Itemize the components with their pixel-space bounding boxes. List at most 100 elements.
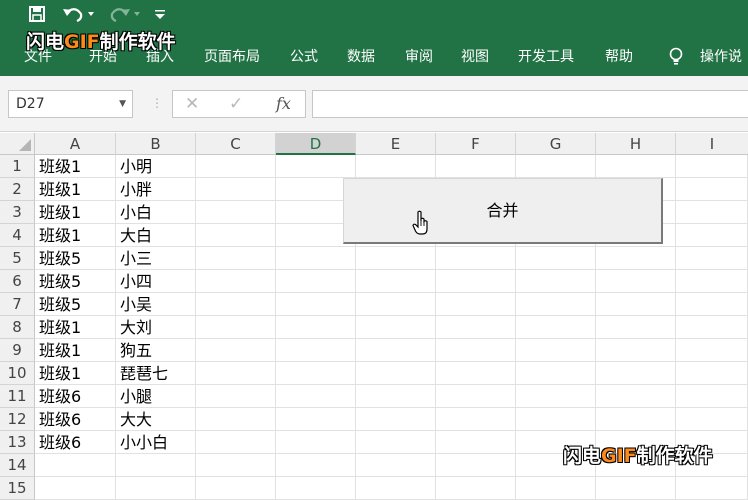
cell-i12[interactable] (676, 408, 748, 431)
row-header-11[interactable]: 11 (0, 385, 35, 408)
cell-i3[interactable] (676, 201, 748, 224)
tab-formulas[interactable]: 公式 (290, 46, 318, 68)
cell-b15[interactable] (116, 477, 196, 500)
cell-i4[interactable] (676, 224, 748, 247)
cell-e15[interactable] (356, 477, 436, 500)
cell-i9[interactable] (676, 339, 748, 362)
cell-a1[interactable]: 班级1 (35, 155, 116, 178)
merge-button[interactable]: 合并 (343, 178, 663, 244)
cell-f13[interactable] (436, 431, 516, 454)
cell-a6[interactable]: 班级5 (35, 270, 116, 293)
row-header-12[interactable]: 12 (0, 408, 35, 431)
cell-g5[interactable] (516, 247, 596, 270)
lightbulb-icon[interactable] (668, 46, 688, 74)
cell-g7[interactable] (516, 293, 596, 316)
cell-a11[interactable]: 班级6 (35, 385, 116, 408)
name-box[interactable]: D27 ▼ (8, 90, 133, 118)
row-header-7[interactable]: 7 (0, 293, 35, 316)
row-header-4[interactable]: 4 (0, 224, 35, 247)
cell-e11[interactable] (356, 385, 436, 408)
cell-i15[interactable] (676, 477, 748, 500)
cell-i8[interactable] (676, 316, 748, 339)
redo-icon[interactable] (106, 5, 142, 27)
cell-b1[interactable]: 小明 (116, 155, 196, 178)
row-header-13[interactable]: 13 (0, 431, 35, 454)
cell-h10[interactable] (596, 362, 676, 385)
cell-c15[interactable] (196, 477, 276, 500)
undo-icon[interactable] (60, 5, 96, 27)
cell-e1[interactable] (356, 155, 436, 178)
cell-b11[interactable]: 小腿 (116, 385, 196, 408)
cell-b2[interactable]: 小胖 (116, 178, 196, 201)
column-header-h[interactable]: H (596, 133, 676, 155)
cell-g9[interactable] (516, 339, 596, 362)
cell-a13[interactable]: 班级6 (35, 431, 116, 454)
cell-f8[interactable] (436, 316, 516, 339)
cell-b10[interactable]: 琵琶七 (116, 362, 196, 385)
enter-icon[interactable]: ✓ (229, 91, 243, 117)
cell-i1[interactable] (676, 155, 748, 178)
cell-h1[interactable] (596, 155, 676, 178)
cell-e13[interactable] (356, 431, 436, 454)
cell-c8[interactable] (196, 316, 276, 339)
row-header-9[interactable]: 9 (0, 339, 35, 362)
column-header-e[interactable]: E (356, 133, 436, 155)
cell-b12[interactable]: 大大 (116, 408, 196, 431)
cell-d1[interactable] (276, 155, 356, 178)
cell-d14[interactable] (276, 454, 356, 477)
cell-i7[interactable] (676, 293, 748, 316)
cell-b9[interactable]: 狗五 (116, 339, 196, 362)
cell-b7[interactable]: 小吴 (116, 293, 196, 316)
cell-d13[interactable] (276, 431, 356, 454)
row-header-1[interactable]: 1 (0, 155, 35, 178)
insert-function-button[interactable]: fx (276, 91, 291, 117)
cell-a14[interactable] (35, 454, 116, 477)
column-header-a[interactable]: A (35, 133, 116, 155)
cell-e7[interactable] (356, 293, 436, 316)
cell-c12[interactable] (196, 408, 276, 431)
cancel-icon[interactable]: ✕ (185, 91, 199, 117)
cell-a7[interactable]: 班级5 (35, 293, 116, 316)
column-header-i[interactable]: I (676, 133, 748, 155)
cell-a12[interactable]: 班级6 (35, 408, 116, 431)
cell-d8[interactable] (276, 316, 356, 339)
cell-d7[interactable] (276, 293, 356, 316)
cell-f1[interactable] (436, 155, 516, 178)
column-header-f[interactable]: F (436, 133, 516, 155)
cell-e9[interactable] (356, 339, 436, 362)
select-all-button[interactable] (0, 133, 35, 155)
cell-b14[interactable] (116, 454, 196, 477)
cell-i10[interactable] (676, 362, 748, 385)
cell-a5[interactable]: 班级5 (35, 247, 116, 270)
formula-input[interactable] (312, 90, 748, 118)
cell-c13[interactable] (196, 431, 276, 454)
cell-d9[interactable] (276, 339, 356, 362)
column-header-d[interactable]: D (276, 133, 356, 155)
cell-d5[interactable] (276, 247, 356, 270)
cell-b8[interactable]: 大刘 (116, 316, 196, 339)
cell-g10[interactable] (516, 362, 596, 385)
cell-a9[interactable]: 班级1 (35, 339, 116, 362)
cell-b13[interactable]: 小小白 (116, 431, 196, 454)
cell-c10[interactable] (196, 362, 276, 385)
cell-f9[interactable] (436, 339, 516, 362)
cell-c4[interactable] (196, 224, 276, 247)
cell-a3[interactable]: 班级1 (35, 201, 116, 224)
cell-d11[interactable] (276, 385, 356, 408)
cell-h6[interactable] (596, 270, 676, 293)
cell-d6[interactable] (276, 270, 356, 293)
cell-c14[interactable] (196, 454, 276, 477)
cell-h15[interactable] (596, 477, 676, 500)
cell-e5[interactable] (356, 247, 436, 270)
tab-help[interactable]: 帮助 (605, 46, 633, 68)
cell-f5[interactable] (436, 247, 516, 270)
cell-g1[interactable] (516, 155, 596, 178)
cell-f11[interactable] (436, 385, 516, 408)
cell-c3[interactable] (196, 201, 276, 224)
row-header-10[interactable]: 10 (0, 362, 35, 385)
cell-i5[interactable] (676, 247, 748, 270)
cell-d10[interactable] (276, 362, 356, 385)
row-header-2[interactable]: 2 (0, 178, 35, 201)
cell-g11[interactable] (516, 385, 596, 408)
cell-e10[interactable] (356, 362, 436, 385)
